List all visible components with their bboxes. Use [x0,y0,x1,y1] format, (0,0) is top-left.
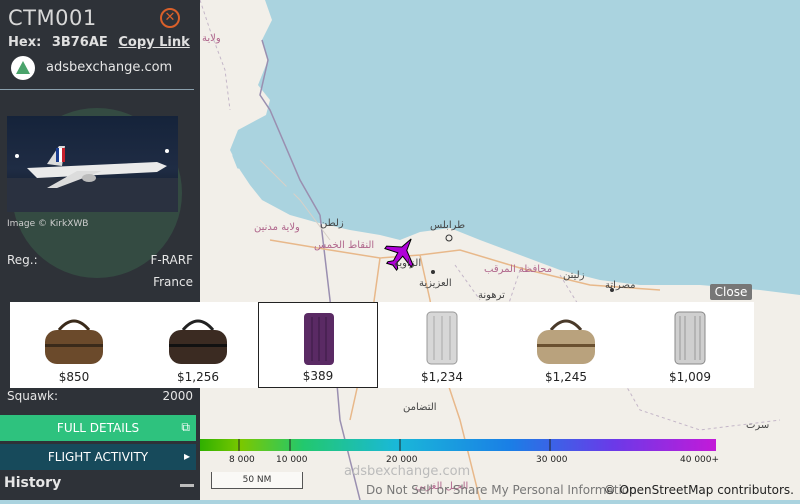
ad-price: $850 [58,370,90,384]
ad-price: $1,009 [669,370,711,384]
suitcase-icon [304,313,334,365]
squawk-label: Squawk: [7,389,58,403]
hex-row: Hex: 3B76AE Copy Link [8,35,190,50]
altitude-tick: 8 000 [229,455,255,465]
ad-item[interactable]: $850 [14,302,134,388]
divider [0,89,194,90]
ad-item[interactable]: $1,234 [382,302,502,388]
map-label: طرابلس [430,220,466,231]
flight-activity-button[interactable]: FLIGHT ACTIVITY ▸ [0,444,196,470]
aircraft-photo[interactable] [7,116,178,212]
do-not-sell-link[interactable]: Do Not Sell or Share My Personal Informa… [366,483,637,497]
external-link-icon: ⧉ [181,420,190,434]
map-scale: 50 NM [211,472,303,489]
reg-value: F-RARF [150,253,193,267]
map-label: ولاية [202,33,221,44]
map-label: التضامن [403,402,437,413]
ads-close-button[interactable]: Close [710,284,752,300]
reg-label: Reg.: [7,253,38,267]
map-label: النقاط الخمس [314,240,375,251]
suitcase-icon [674,311,706,365]
map-label: زليتن [563,270,585,281]
ad-item[interactable]: $1,245 [506,302,626,388]
ad-item[interactable]: $1,009 [630,302,750,388]
map-label: العزيزية [419,278,452,289]
history-header[interactable]: History [4,475,61,491]
suitcase-icon [426,311,458,365]
map-label: ولاية مدنين [254,222,300,233]
callsign-title: CTM001 [8,6,97,30]
ad-item[interactable]: $389 [258,302,378,388]
map-label: ترهونة [478,290,505,301]
map-label: الزاوية [394,258,422,269]
aircraft-info-panel: CTM001 ✕ Hex: 3B76AE Copy Link adsbexcha… [0,0,200,500]
ad-item[interactable]: $1,256 [138,302,258,388]
altitude-tick: 10 000 [276,455,308,465]
adsbexchange-logo-icon [11,56,35,80]
ad-price: $389 [302,369,334,383]
map-label: محافظة المرقب [484,264,553,275]
flight-activity-label: FLIGHT ACTIVITY [47,450,149,464]
photo-credit[interactable]: Image © KirkXWB [7,219,88,229]
osm-attribution[interactable]: © OpenStreetMap contributors. [604,483,794,497]
map-label: سرت [746,420,770,431]
hex-label: Hex: [8,35,42,50]
full-details-button[interactable]: FULL DETAILS ⧉ [0,415,196,441]
ad-price: $1,256 [177,370,219,384]
altitude-legend-bar [200,439,716,451]
ad-price: $1,234 [421,370,463,384]
copy-link[interactable]: Copy Link [118,35,189,50]
duffel-bag-icon [169,319,227,364]
hex-value: 3B76AE [51,35,108,50]
map-label: مصراتة [605,280,636,291]
duffel-bag-icon [45,319,103,364]
map-label: زلطن [320,218,344,229]
full-details-label: FULL DETAILS [56,421,140,435]
altitude-tick: 30 000 [536,455,568,465]
ad-banner: $850 $1,256 $389 $1,234 $1,245 $1,009 [10,302,754,388]
duffel-bag-icon [537,319,595,364]
chevron-right-icon: ▸ [183,449,190,463]
close-icon[interactable]: ✕ [160,8,180,28]
altitude-tick: 40 000+ [680,455,720,465]
map-watermark: adsbexchange.com [344,464,471,479]
squawk-value: 2000 [162,389,193,403]
source-link[interactable]: adsbexchange.com [46,60,172,75]
country-value: France [153,275,193,289]
ad-price: $1,245 [545,370,587,384]
collapse-icon[interactable] [180,484,194,487]
